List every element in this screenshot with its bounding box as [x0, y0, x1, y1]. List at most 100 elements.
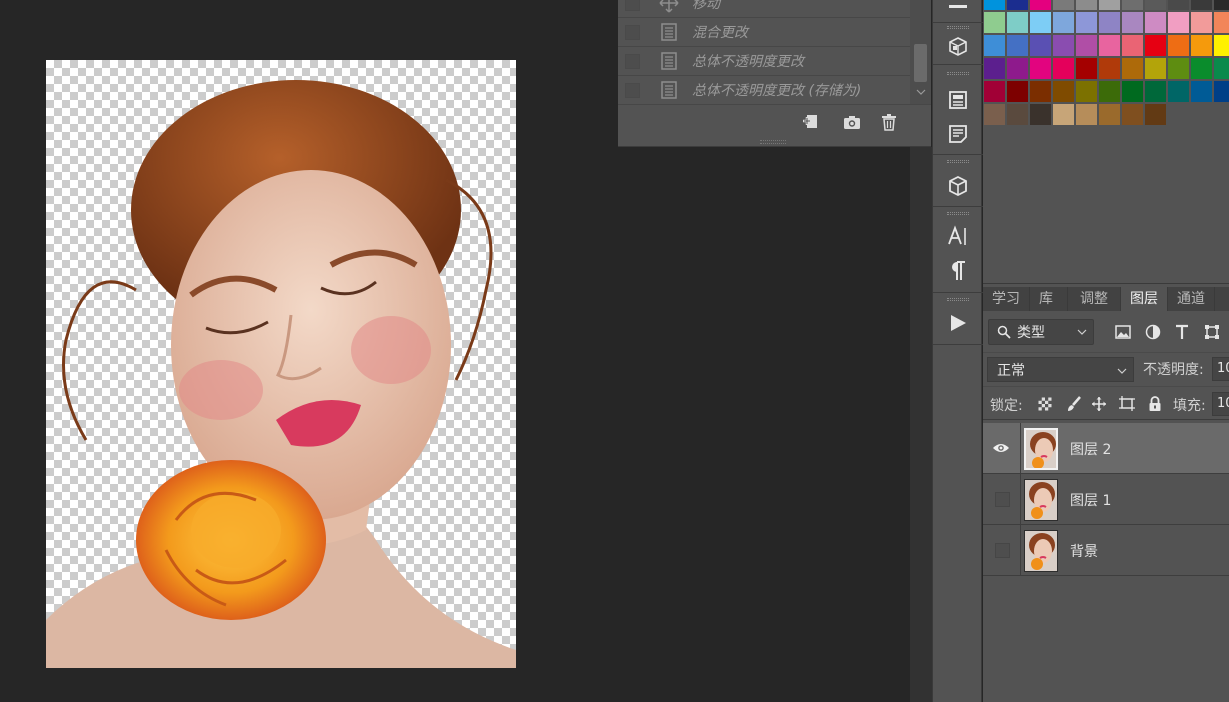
color-swatch[interactable] [1053, 12, 1074, 33]
color-swatch[interactable] [1007, 0, 1028, 10]
color-swatch[interactable] [1076, 0, 1097, 10]
character-icon[interactable] [945, 223, 971, 249]
color-swatch[interactable] [1030, 35, 1051, 56]
lock-position-icon[interactable] [1089, 394, 1109, 414]
chevron-down-icon[interactable] [916, 88, 926, 96]
color-swatch[interactable] [1053, 104, 1074, 125]
color-swatch[interactable] [1191, 35, 1212, 56]
play-actions-icon[interactable] [945, 310, 971, 336]
color-swatch[interactable] [1122, 81, 1143, 102]
layer-filter-select[interactable]: 类型 [988, 319, 1094, 345]
history-item[interactable]: 移动 [618, 0, 910, 18]
color-swatch[interactable] [984, 58, 1005, 79]
lock-artboard-icon[interactable] [1117, 394, 1137, 414]
color-swatch[interactable] [1030, 81, 1051, 102]
color-swatch[interactable] [1053, 35, 1074, 56]
color-swatch[interactable] [1122, 0, 1143, 10]
lock-image-pixels-icon[interactable] [1064, 394, 1084, 414]
color-swatch[interactable] [1007, 35, 1028, 56]
scrollbar-thumb[interactable] [914, 44, 927, 82]
notes-icon[interactable] [945, 121, 971, 147]
color-swatch[interactable] [1053, 0, 1074, 10]
color-swatch[interactable] [1214, 81, 1229, 102]
type-layer-filter-icon[interactable] [1172, 322, 1192, 342]
layer-row[interactable]: 图层 2 [983, 423, 1229, 474]
history-item[interactable]: 总体不透明度更改 [618, 47, 910, 76]
color-swatch[interactable] [1214, 35, 1229, 56]
blend-mode-select[interactable]: 正常 [987, 357, 1134, 382]
visibility-toggle[interactable] [995, 543, 1010, 558]
color-swatch[interactable] [984, 12, 1005, 33]
color-swatch[interactable] [1191, 58, 1212, 79]
layer-row[interactable]: 图层 1 [983, 474, 1229, 525]
color-swatch[interactable] [1099, 35, 1120, 56]
color-swatch[interactable] [1030, 104, 1051, 125]
color-swatch[interactable] [1076, 58, 1097, 79]
snapshot-checkbox[interactable] [625, 53, 640, 69]
panel-resize-grip[interactable] [760, 140, 786, 144]
color-swatch[interactable] [1076, 12, 1097, 33]
snapshot-checkbox[interactable] [625, 82, 640, 98]
color-swatch[interactable] [1076, 81, 1097, 102]
color-swatch[interactable] [1145, 104, 1166, 125]
color-swatch[interactable] [984, 0, 1005, 10]
color-swatch[interactable] [1145, 12, 1166, 33]
color-swatch[interactable] [1030, 58, 1051, 79]
tab-learn[interactable]: 学习 [983, 287, 1030, 311]
document-canvas[interactable] [46, 60, 516, 668]
snapshot-checkbox[interactable] [625, 24, 640, 40]
lock-transparent-pixels-icon[interactable] [1035, 394, 1055, 414]
color-swatch[interactable] [1076, 104, 1097, 125]
properties-icon[interactable] [945, 0, 971, 16]
color-swatch[interactable] [1191, 81, 1212, 102]
color-swatch[interactable] [1168, 12, 1189, 33]
color-swatch[interactable] [1099, 0, 1120, 10]
color-swatch[interactable] [1099, 12, 1120, 33]
color-swatch[interactable] [1053, 81, 1074, 102]
color-swatch[interactable] [1168, 0, 1189, 10]
3d-cube-icon[interactable] [945, 173, 971, 199]
color-swatch[interactable] [1122, 12, 1143, 33]
fill-field[interactable]: 100% [1212, 392, 1229, 416]
paragraph-icon[interactable] [945, 258, 971, 284]
toolbar-grip[interactable] [947, 212, 969, 215]
color-swatch[interactable] [1168, 35, 1189, 56]
color-swatch[interactable] [1053, 58, 1074, 79]
color-swatch[interactable] [1168, 81, 1189, 102]
color-swatch[interactable] [1191, 0, 1212, 10]
color-swatch[interactable] [1030, 12, 1051, 33]
3d-cube-stack-icon[interactable] [945, 34, 971, 60]
libraries-icon[interactable] [945, 87, 971, 113]
trash-icon[interactable] [879, 113, 899, 131]
color-swatch[interactable] [1191, 12, 1212, 33]
new-document-from-state-icon[interactable] [801, 113, 821, 131]
color-swatch[interactable] [1007, 81, 1028, 102]
color-swatch[interactable] [984, 81, 1005, 102]
toolbar-grip[interactable] [947, 160, 969, 163]
toolbar-grip[interactable] [947, 298, 969, 301]
history-item[interactable]: 混合更改 [618, 18, 910, 47]
color-swatch[interactable] [1030, 0, 1051, 10]
visibility-toggle[interactable] [995, 492, 1010, 507]
toolbar-grip[interactable] [947, 26, 969, 29]
color-swatch[interactable] [1007, 58, 1028, 79]
color-swatch[interactable] [1122, 58, 1143, 79]
color-swatch[interactable] [1145, 0, 1166, 10]
opacity-field[interactable]: 100% [1212, 357, 1229, 381]
color-swatch[interactable] [1145, 35, 1166, 56]
color-swatch[interactable] [1099, 104, 1120, 125]
eye-icon[interactable] [992, 440, 1010, 456]
color-swatch[interactable] [1168, 58, 1189, 79]
shape-layer-filter-icon[interactable] [1202, 322, 1222, 342]
color-swatch[interactable] [1145, 58, 1166, 79]
color-swatch[interactable] [1214, 0, 1229, 10]
lock-all-icon[interactable] [1145, 394, 1165, 414]
history-item[interactable]: 总体不透明度更改 (存储为) [618, 76, 910, 105]
color-swatch[interactable] [1007, 12, 1028, 33]
tab-channels[interactable]: 通道 [1168, 287, 1215, 311]
color-swatch[interactable] [1122, 104, 1143, 125]
tab-adjustments[interactable]: 调整 [1068, 287, 1121, 311]
color-swatch[interactable] [1099, 81, 1120, 102]
layer-row[interactable]: 背景 [983, 525, 1229, 576]
color-swatch[interactable] [1076, 35, 1097, 56]
